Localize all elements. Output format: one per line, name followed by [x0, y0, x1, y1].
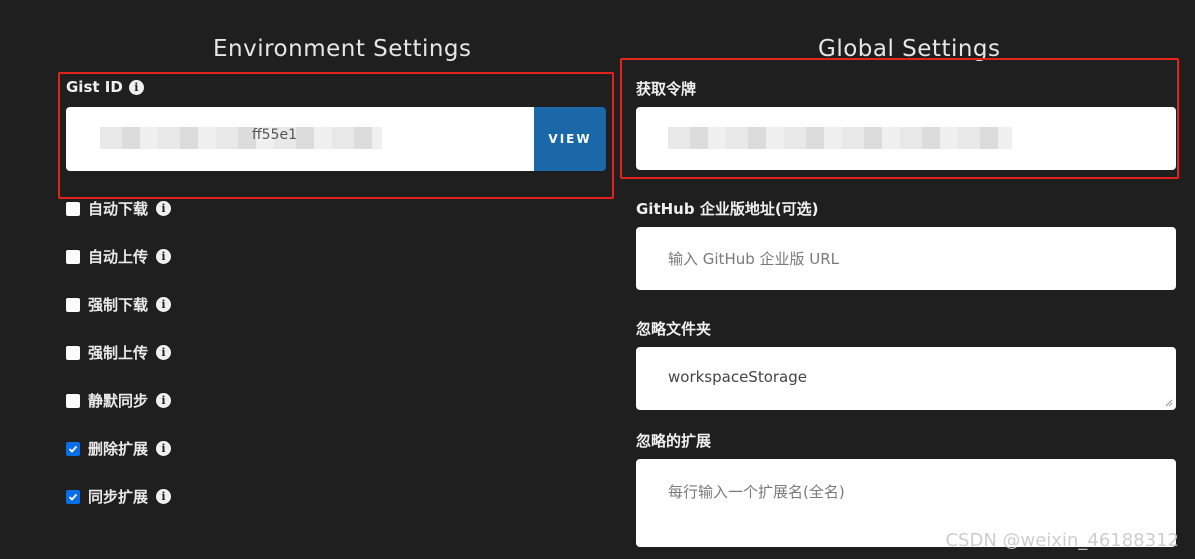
redacted-gist-id [100, 127, 382, 149]
info-icon[interactable]: i [156, 393, 172, 408]
info-icon[interactable]: i [156, 345, 172, 360]
sync-extensions-checkbox[interactable] [66, 489, 80, 504]
info-icon[interactable]: i [156, 297, 172, 312]
github-enterprise-label: GitHub 企业版地址(可选) [636, 200, 819, 218]
gist-id-label-row: Gist ID i [66, 78, 144, 96]
quiet-sync-checkbox[interactable] [66, 393, 80, 408]
info-icon[interactable]: i [156, 441, 172, 456]
checkbox-row-remove-extensions[interactable]: 删除扩展 i [66, 438, 172, 459]
gist-id-input[interactable]: ff55e1 [66, 107, 536, 171]
resize-handle-icon[interactable] [1165, 399, 1173, 407]
ignore-extensions-label: 忽略的扩展 [636, 432, 712, 450]
gist-id-visible-fragment: ff55e1 [252, 127, 297, 143]
checkbox-label: 静默同步 [88, 392, 149, 410]
info-icon[interactable]: i [156, 249, 172, 264]
checkbox-row-auto-upload[interactable]: 自动上传 i [66, 246, 172, 267]
checkbox-row-sync-extensions[interactable]: 同步扩展 i [66, 486, 172, 507]
checkbox-label: 强制上传 [88, 344, 149, 362]
checkbox-row-quiet-sync[interactable]: 静默同步 i [66, 390, 172, 411]
auto-upload-checkbox[interactable] [66, 249, 80, 264]
checkbox-label: 删除扩展 [88, 440, 149, 458]
force-download-checkbox[interactable] [66, 297, 80, 312]
checkbox-row-force-download[interactable]: 强制下载 i [66, 294, 172, 315]
ignore-folders-textarea[interactable]: workspaceStorage [636, 347, 1176, 410]
token-label: 获取令牌 [636, 80, 697, 98]
info-icon[interactable]: i [156, 201, 172, 216]
checkbox-row-auto-download[interactable]: 自动下载 i [66, 198, 172, 219]
checkbox-row-force-upload[interactable]: 强制上传 i [66, 342, 172, 363]
csdn-watermark: CSDN @weixin_46188312 [945, 530, 1179, 551]
info-icon[interactable]: i [128, 79, 144, 95]
environment-settings-heading: Environment Settings [213, 36, 472, 62]
remove-extensions-checkbox[interactable] [66, 441, 80, 456]
ignore-folders-label: 忽略文件夹 [636, 320, 712, 338]
checkbox-label: 自动上传 [88, 248, 149, 266]
redacted-token [668, 127, 1012, 149]
checkbox-label: 强制下载 [88, 296, 149, 314]
ignore-extensions-placeholder: 每行输入一个扩展名(全名) [668, 483, 845, 501]
gist-id-label: Gist ID [66, 78, 123, 96]
github-enterprise-placeholder: 输入 GitHub 企业版 URL [668, 250, 840, 268]
checkbox-label: 自动下载 [88, 200, 149, 218]
view-button[interactable]: VIEW [534, 107, 606, 171]
github-enterprise-url-input[interactable]: 输入 GitHub 企业版 URL [636, 227, 1176, 290]
auto-download-checkbox[interactable] [66, 201, 80, 216]
ignore-folders-value: workspaceStorage [668, 368, 807, 386]
info-icon[interactable]: i [156, 489, 172, 504]
checkbox-label: 同步扩展 [88, 488, 149, 506]
force-upload-checkbox[interactable] [66, 345, 80, 360]
token-input[interactable] [636, 107, 1176, 170]
